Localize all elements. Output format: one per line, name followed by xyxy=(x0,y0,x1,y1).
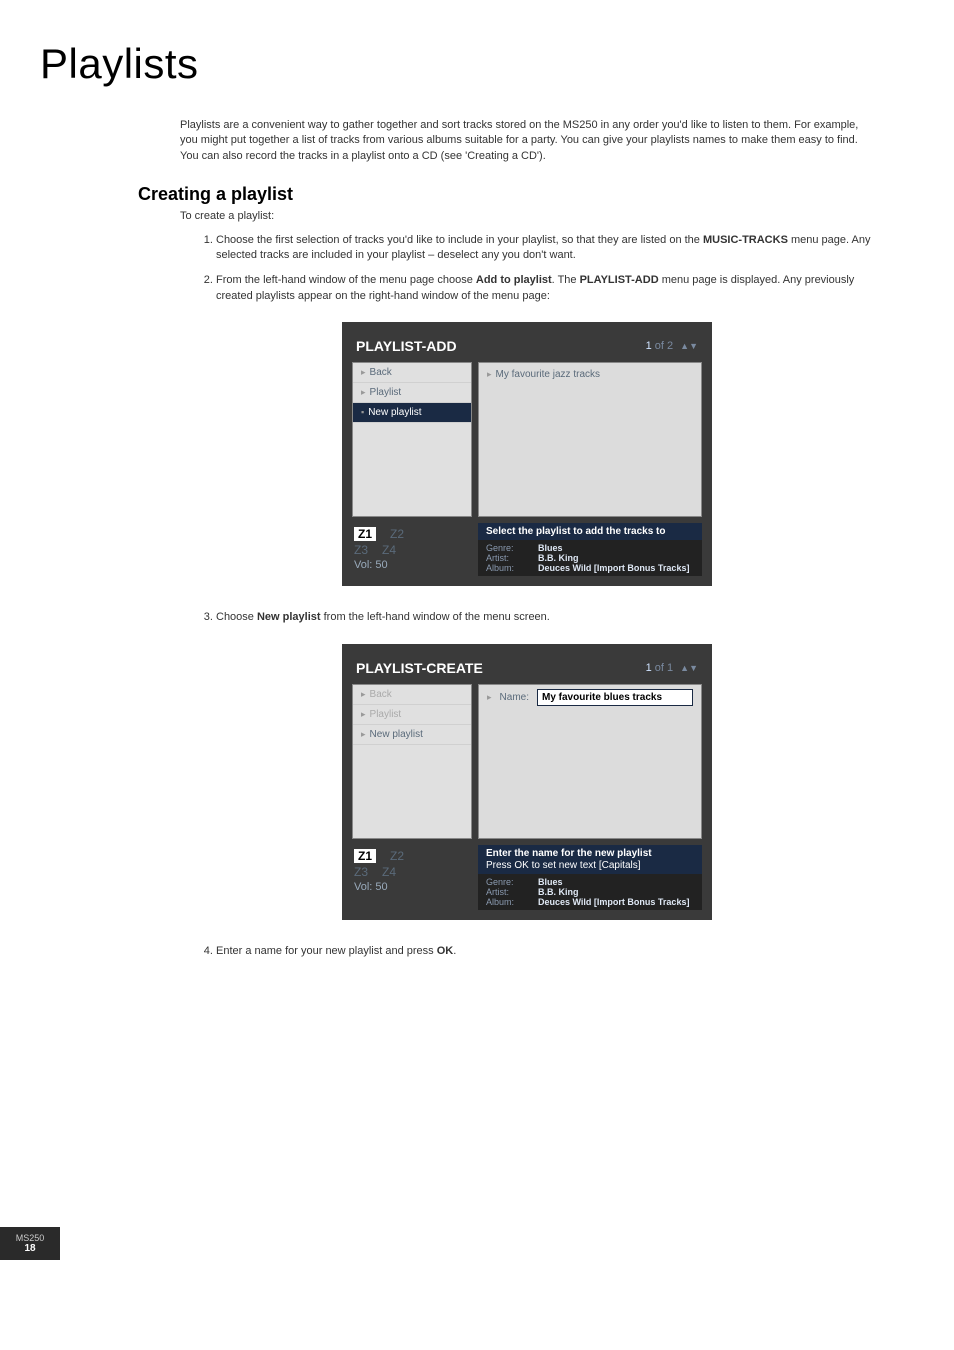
shot1-playlist-label: Playlist xyxy=(370,387,402,398)
step-1-text-a: Choose the first selection of tracks you… xyxy=(216,234,703,246)
zone-z2: Z2 xyxy=(390,527,404,541)
zone-z1: Z1 xyxy=(354,849,376,863)
album-label: Album: xyxy=(486,563,528,573)
zone-z4: Z4 xyxy=(382,865,396,879)
artist-value: B.B. King xyxy=(538,887,579,897)
shot1-existing-playlist: ▸My favourite jazz tracks xyxy=(487,367,693,382)
content-block: Playlists are a convenient way to gather… xyxy=(180,118,874,959)
step-4: Enter a name for your new playlist and p… xyxy=(216,944,874,959)
shot1-playlist-item: ▸Playlist xyxy=(353,383,471,403)
album-value: Deuces Wild [Import Bonus Tracks] xyxy=(538,897,689,907)
zone-z1: Z1 xyxy=(354,527,376,541)
shot2-left-panel: ▸Back ▸Playlist ▸New playlist xyxy=(352,684,472,839)
album-value: Deuces Wild [Import Bonus Tracks] xyxy=(538,563,689,573)
step-3-bold: New playlist xyxy=(257,611,321,623)
steps-list-2: Choose New playlist from the left-hand w… xyxy=(180,610,874,625)
up-down-icon: ▲▼ xyxy=(680,663,698,673)
shot2-playlist-item: ▸Playlist xyxy=(353,705,471,725)
step-4-text-c: . xyxy=(453,945,456,957)
step-1-bold: MUSIC-TRACKS xyxy=(703,234,788,246)
artist-label: Artist: xyxy=(486,887,528,897)
zone-z3: Z3 xyxy=(354,543,368,557)
steps-list: Choose the first selection of tracks you… xyxy=(180,233,874,305)
steps-list-3: Enter a name for your new playlist and p… xyxy=(180,944,874,959)
zone-z3: Z3 xyxy=(354,865,368,879)
footer-badge: MS250 18 xyxy=(0,1227,60,1260)
step-4-text-a: Enter a name for your new playlist and p… xyxy=(216,945,437,957)
name-field-label: Name: xyxy=(500,692,529,703)
shot1-new-label: New playlist xyxy=(368,407,421,418)
footer-model: MS250 xyxy=(10,1233,50,1243)
shot2-back-item: ▸Back xyxy=(353,685,471,705)
step-2-text-a: From the left-hand window of the menu pa… xyxy=(216,274,476,286)
zone-z2: Z2 xyxy=(390,849,404,863)
step-2-bold-b: Add to playlist xyxy=(476,274,552,286)
footer-page-number: 18 xyxy=(10,1243,50,1254)
step-2: From the left-hand window of the menu pa… xyxy=(216,273,874,304)
shot2-page-total: of 1 xyxy=(655,662,673,674)
shot1-back-label: Back xyxy=(370,367,392,378)
shot1-info-bar: Select the playlist to add the tracks to xyxy=(478,523,702,540)
page-title: Playlists xyxy=(40,40,894,88)
step-3-text-c: from the left-hand window of the menu sc… xyxy=(321,611,550,623)
step-2-bold-d: PLAYLIST-ADD xyxy=(580,274,659,286)
genre-value: Blues xyxy=(538,543,563,553)
shot2-info-bar2: Press OK to set new text [Capitals] xyxy=(478,860,702,874)
shot2-new-label: New playlist xyxy=(370,729,423,740)
screenshot-playlist-create: PLAYLIST-CREATE 1 of 1 ▲▼ ▸Back ▸Playlis… xyxy=(342,644,712,920)
shot1-new-playlist-item: ▪New playlist xyxy=(353,403,471,423)
step-2-text-c: . The xyxy=(552,274,580,286)
shot2-back-label: Back xyxy=(370,689,392,700)
step-4-bold: OK xyxy=(437,945,454,957)
section-title: Creating a playlist xyxy=(138,184,874,205)
genre-label: Genre: xyxy=(486,543,528,553)
shot2-info: Enter the name for the new playlist Pres… xyxy=(478,845,702,910)
shot1-left-panel: ▸Back ▸Playlist ▪New playlist xyxy=(352,362,472,517)
screenshot-playlist-add: PLAYLIST-ADD 1 of 2 ▲▼ ▸Back ▸Playlist ▪… xyxy=(342,322,712,586)
artist-label: Artist: xyxy=(486,553,528,563)
up-down-icon: ▲▼ xyxy=(680,341,698,351)
genre-value: Blues xyxy=(538,877,563,887)
shot1-right-label: My favourite jazz tracks xyxy=(496,369,600,380)
step-1: Choose the first selection of tracks you… xyxy=(216,233,874,264)
shot1-zones: Z1 Z2 Z3 Z4 Vol: 50 xyxy=(352,523,472,576)
lead-text: To create a playlist: xyxy=(180,209,874,224)
artist-value: B.B. King xyxy=(538,553,579,563)
volume-label: Vol: 50 xyxy=(354,881,470,893)
shot1-page-total: of 2 xyxy=(655,340,673,352)
album-label: Album: xyxy=(486,897,528,907)
shot1-info: Select the playlist to add the tracks to… xyxy=(478,523,702,576)
name-field-value: My favourite blues tracks xyxy=(537,689,693,706)
shot1-back-item: ▸Back xyxy=(353,363,471,383)
shot2-playlist-label: Playlist xyxy=(370,709,402,720)
genre-label: Genre: xyxy=(486,877,528,887)
intro-paragraph: Playlists are a convenient way to gather… xyxy=(180,118,874,164)
shot1-page-cur: 1 xyxy=(646,340,652,352)
step-3-text-a: Choose xyxy=(216,611,257,623)
shot1-right-panel: ▸My favourite jazz tracks xyxy=(478,362,702,517)
step-3: Choose New playlist from the left-hand w… xyxy=(216,610,874,625)
volume-label: Vol: 50 xyxy=(354,559,470,571)
shot2-page-cur: 1 xyxy=(646,662,652,674)
shot2-title: PLAYLIST-CREATE xyxy=(356,660,483,676)
shot2-new-playlist-item: ▸New playlist xyxy=(353,725,471,745)
shot1-title: PLAYLIST-ADD xyxy=(356,338,457,354)
shot2-info-bar1: Enter the name for the new playlist xyxy=(478,845,702,860)
shot2-zones: Z1 Z2 Z3 Z4 Vol: 50 xyxy=(352,845,472,910)
shot2-right-panel: ▸ Name: My favourite blues tracks xyxy=(478,684,702,839)
zone-z4: Z4 xyxy=(382,543,396,557)
